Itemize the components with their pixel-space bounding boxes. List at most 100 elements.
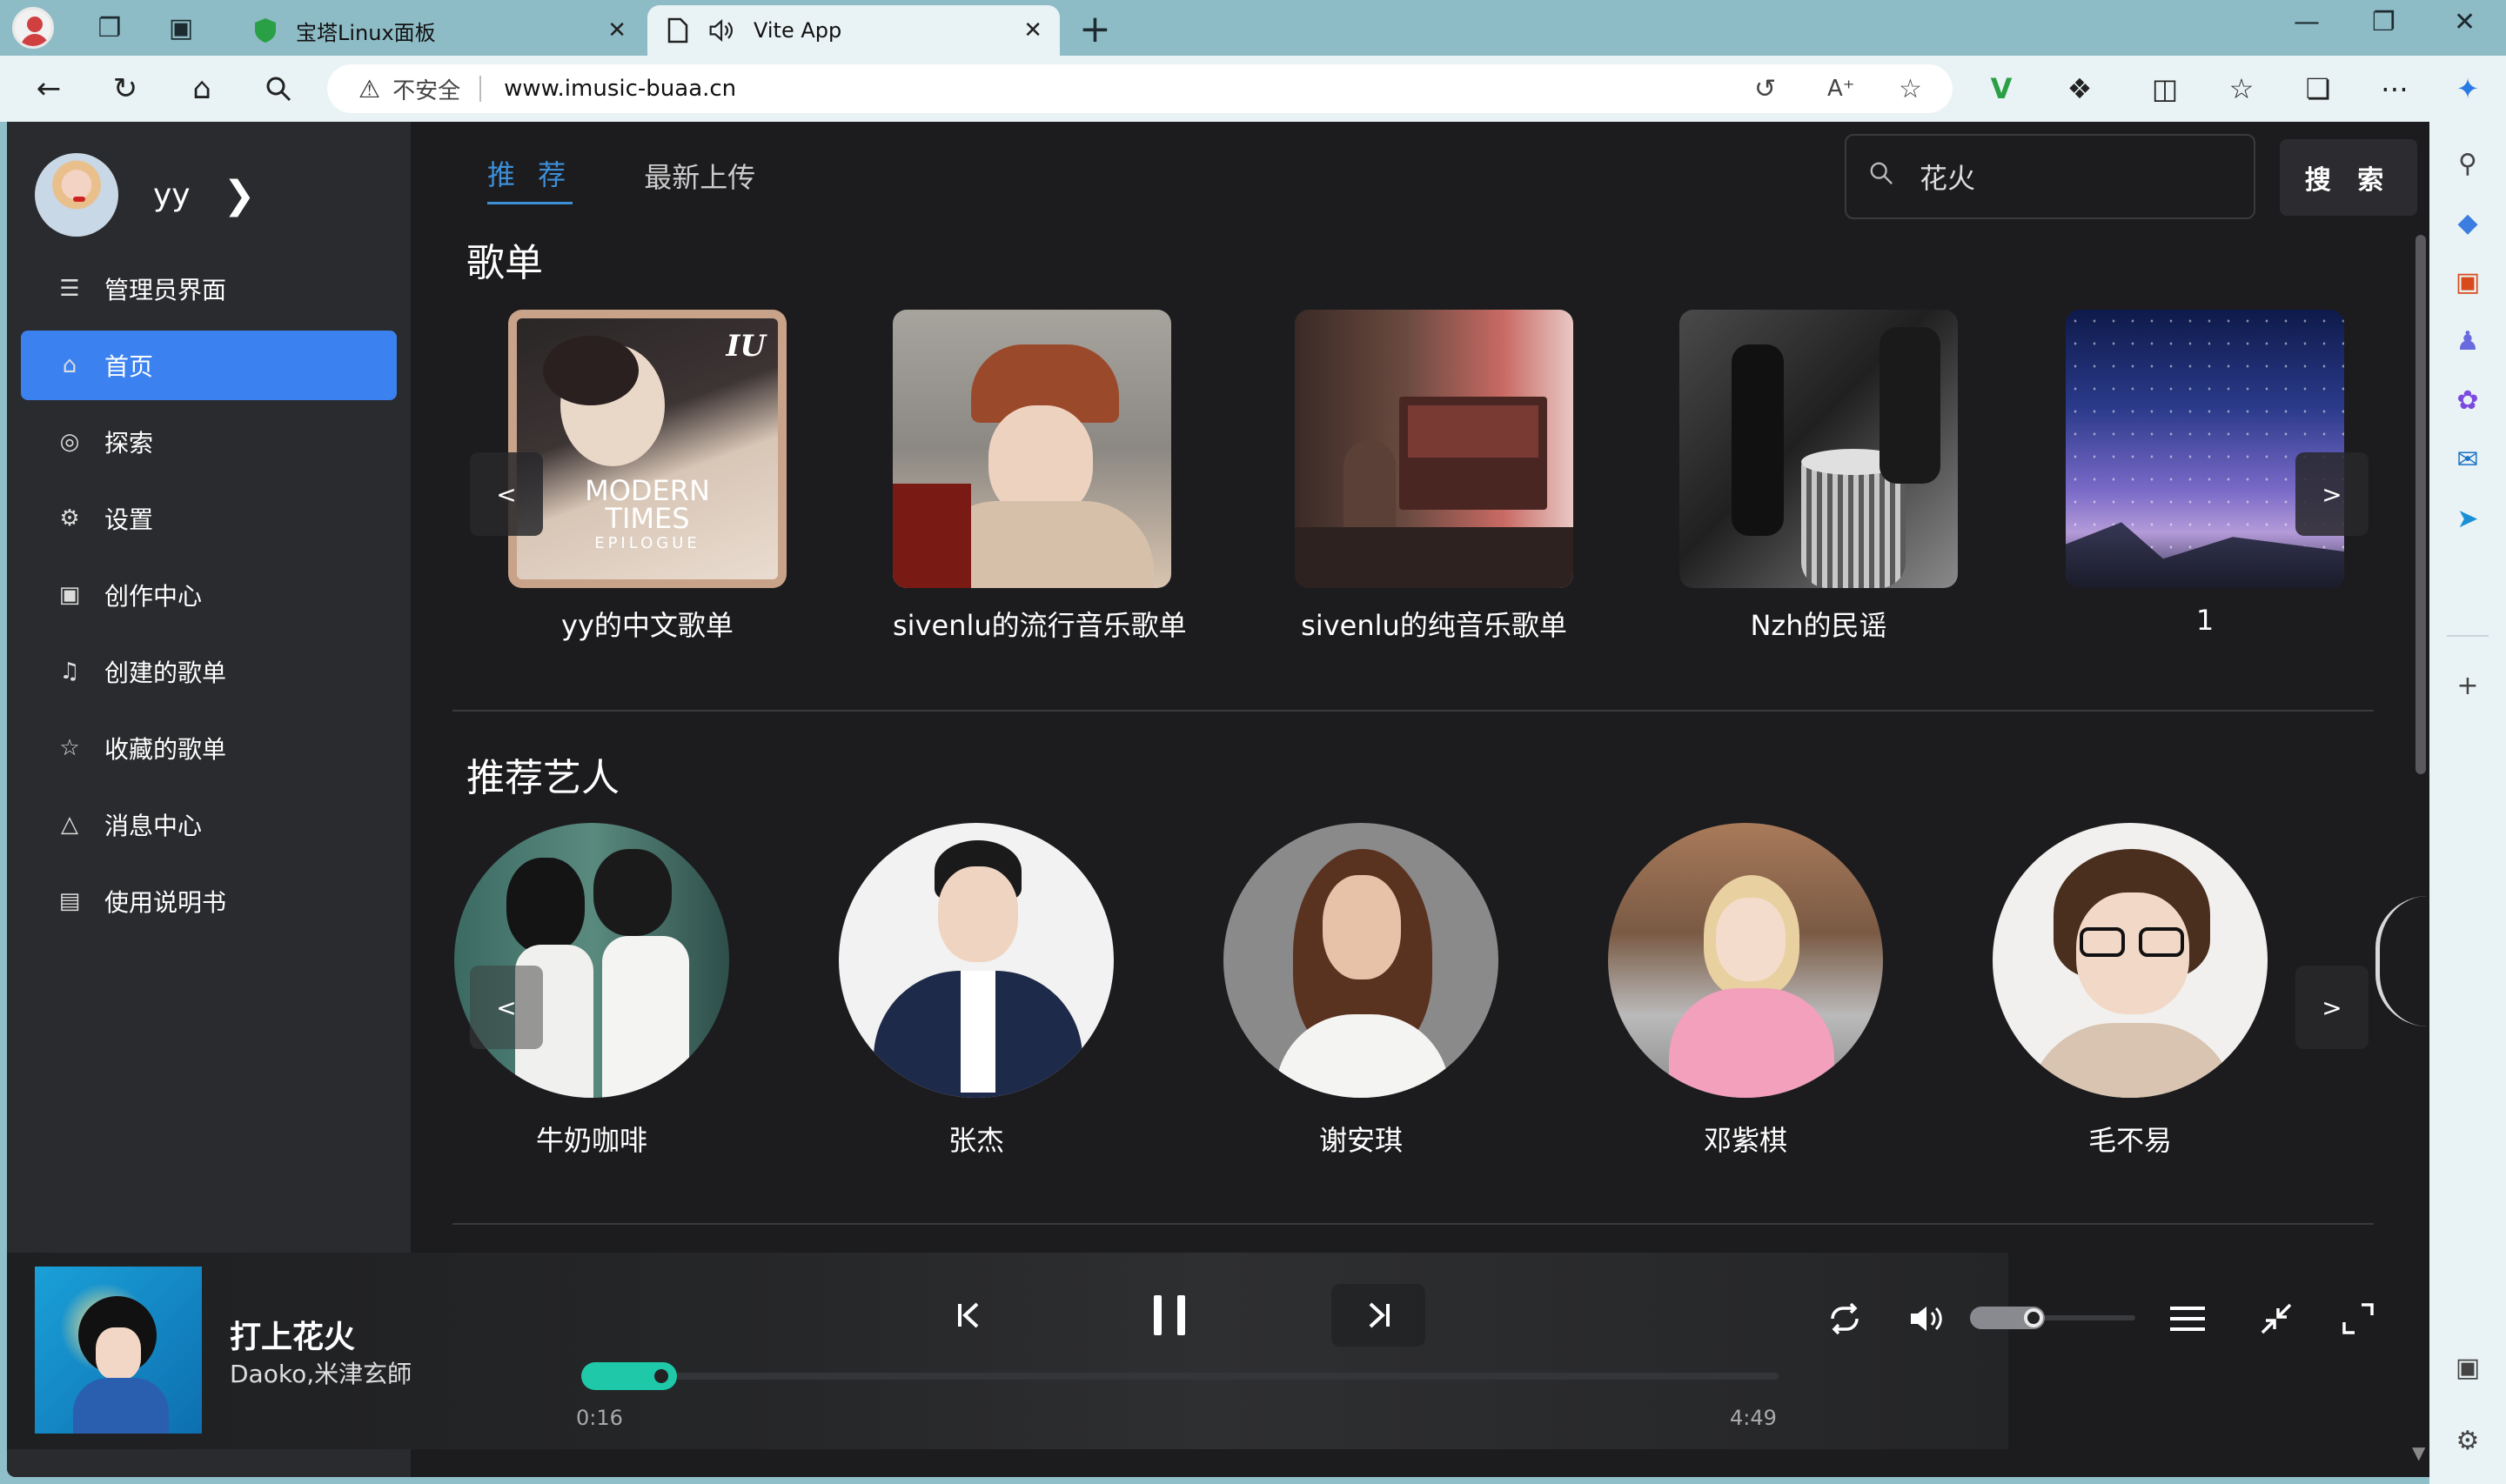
refresh-icon[interactable]: ↻ [104,68,146,110]
sidebar-item-favorite-playlists[interactable]: ☆ 收藏的歌单 [21,713,397,783]
minimize-player-icon[interactable] [2254,1296,2299,1341]
favorite-star-icon[interactable]: ☆ [1899,64,1922,113]
repeat-icon[interactable] [1822,1296,1867,1341]
games-icon[interactable]: ♟ [2449,322,2487,360]
sidebar-item-explore[interactable]: ◎ 探索 [21,407,397,477]
chevron-right-icon[interactable]: ❯ [224,173,256,217]
artist-photo[interactable] [839,823,1114,1098]
artist-name[interactable]: 邓紫棋 [1606,1119,1885,1159]
minimize-icon[interactable]: — [2294,7,2320,37]
sidebar-item-settings[interactable]: ⚙ 设置 [21,484,397,553]
search-input[interactable] [1920,160,2215,193]
playlist-title[interactable]: sivenlu的流行音乐歌单 [893,604,1187,644]
window-close-icon[interactable]: ✕ [2454,7,2476,37]
more-icon[interactable]: ⋯ [2374,68,2416,110]
carousel-prev-button[interactable]: < [470,452,543,536]
artist-card[interactable]: 毛不易 [1991,823,2269,1159]
vue-devtools-icon[interactable]: V [1980,68,2022,110]
speaker-icon[interactable] [708,17,734,43]
tab-baota[interactable]: 宝塔Linux面板 ✕ [235,5,644,56]
scroll-down-icon[interactable]: ▼ [2412,1442,2425,1463]
playlist-cover[interactable] [1679,310,1958,588]
search-button[interactable]: 搜 索 [2280,139,2417,216]
back-icon[interactable]: ← [28,68,70,110]
artist-card[interactable]: 谢安琪 [1222,823,1500,1159]
artist-name[interactable]: 牛奶咖啡 [452,1119,731,1159]
copilot-app-icon[interactable]: ✿ [2449,381,2487,419]
playlist-cover[interactable] [893,310,1171,588]
new-tab-button[interactable]: + [1079,7,1111,51]
song-title[interactable]: 打上花火 [230,1312,355,1357]
search-icon[interactable] [258,68,299,110]
restore-icon[interactable]: ❐ [2372,7,2395,37]
browser-profile-avatar[interactable] [12,7,54,49]
sidebar-item-creator[interactable]: ▣ 创作中心 [21,560,397,630]
progress-bar[interactable] [581,1373,1779,1380]
close-icon[interactable]: ✕ [607,17,626,43]
carousel-next-button[interactable]: > [2295,966,2369,1049]
sidebar-item-admin[interactable]: ☰ 管理员界面 [21,254,397,324]
playlist-cover[interactable] [1295,310,1573,588]
playlist-card[interactable]: sivenlu的纯音乐歌单 [1295,310,1573,644]
artist-photo[interactable] [454,823,729,1098]
playlist-card[interactable]: Nzh的民谣 [1679,310,1958,644]
scrollbar[interactable] [2416,235,2426,774]
playlist-title[interactable]: sivenlu的纯音乐歌单 [1295,604,1573,644]
artist-photo[interactable] [1993,823,2268,1098]
artist-photo[interactable] [1608,823,1883,1098]
user-profile[interactable]: yy ❯ [35,153,255,237]
artist-name[interactable]: 张杰 [837,1119,1116,1159]
search-box[interactable] [1845,134,2255,219]
now-playing-cover[interactable] [35,1267,202,1434]
artist-name[interactable]: 谢安琪 [1222,1119,1500,1159]
playlist-card[interactable]: sivenlu的流行音乐歌单 [893,310,1187,644]
pause-button[interactable] [1128,1279,1211,1352]
toolbox-icon[interactable]: ▣ [2449,263,2487,301]
settings-icon[interactable]: ⚙ [2449,1421,2487,1460]
tag-icon[interactable]: ◆ [2449,204,2487,242]
close-icon[interactable]: ✕ [1023,17,1042,43]
favorites-icon[interactable]: ☆ [2221,68,2262,110]
carousel-next-button[interactable]: > [2295,452,2369,536]
next-track-button[interactable] [1331,1284,1425,1347]
playlist-menu-icon[interactable] [2165,1296,2210,1341]
copilot-icon[interactable]: ✦ [2447,68,2489,110]
artist-card[interactable]: 张杰 [837,823,1116,1159]
playlist-title[interactable]: Nzh的民谣 [1679,604,1958,644]
carousel-prev-button[interactable]: < [470,966,543,1049]
volume-icon[interactable] [1904,1296,1949,1341]
sidebar-item-created-playlists[interactable]: ♫ 创建的歌单 [21,637,397,706]
playlist-cover[interactable] [2066,310,2344,588]
avatar[interactable] [35,153,118,237]
search-icon[interactable]: ⚲ [2449,144,2487,183]
home-icon[interactable]: ⌂ [181,68,223,110]
playlist-title[interactable]: 1 [2066,604,2344,637]
playlist-title[interactable]: yy的中文歌单 [508,604,787,644]
tab-vite-app[interactable]: Vite App ✕ [647,5,1060,56]
artist-photo[interactable] [1223,823,1498,1098]
telegram-icon[interactable]: ➤ [2449,499,2487,538]
collections-icon[interactable]: ❏ [2297,68,2339,110]
sidebar-item-messages[interactable]: △ 消息中心 [21,790,397,859]
extensions-icon[interactable]: ❖ [2059,68,2101,110]
screenshot-icon[interactable]: ▣ [2449,1348,2487,1387]
add-icon[interactable]: + [2449,666,2487,705]
artist-card[interactable]: 邓紫棋 [1606,823,1885,1159]
workspaces-icon[interactable]: ❐ [90,9,129,47]
playlist-card[interactable]: IU MODERN TIMES EPILOGUE yy的中文歌单 [508,310,787,644]
previous-track-button[interactable] [933,1284,1006,1347]
tab-latest-uploads[interactable]: 最新上传 [644,156,755,204]
sidebar-item-manual[interactable]: ▤ 使用说明书 [21,866,397,936]
tab-actions-icon[interactable]: ▣ [162,9,200,47]
artist-name[interactable]: 毛不易 [1991,1119,2269,1159]
warning-icon[interactable]: ⚠ [358,75,380,104]
url-text[interactable]: www.imusic-buaa.cn [504,76,736,102]
progress-handle[interactable] [651,1366,672,1387]
outlook-icon[interactable]: ✉ [2449,440,2487,478]
song-artist[interactable]: Daoko,米津玄師 [230,1355,412,1390]
address-bar[interactable]: ⚠ 不安全 www.imusic-buaa.cn ↺ A⁺ ☆ [327,64,1953,113]
read-aloud-icon[interactable]: A⁺ [1827,64,1855,113]
tab-recommend[interactable]: 推 荐 [487,153,573,204]
playlist-cover[interactable]: IU MODERN TIMES EPILOGUE [508,310,787,588]
volume-handle[interactable] [2024,1308,2043,1327]
